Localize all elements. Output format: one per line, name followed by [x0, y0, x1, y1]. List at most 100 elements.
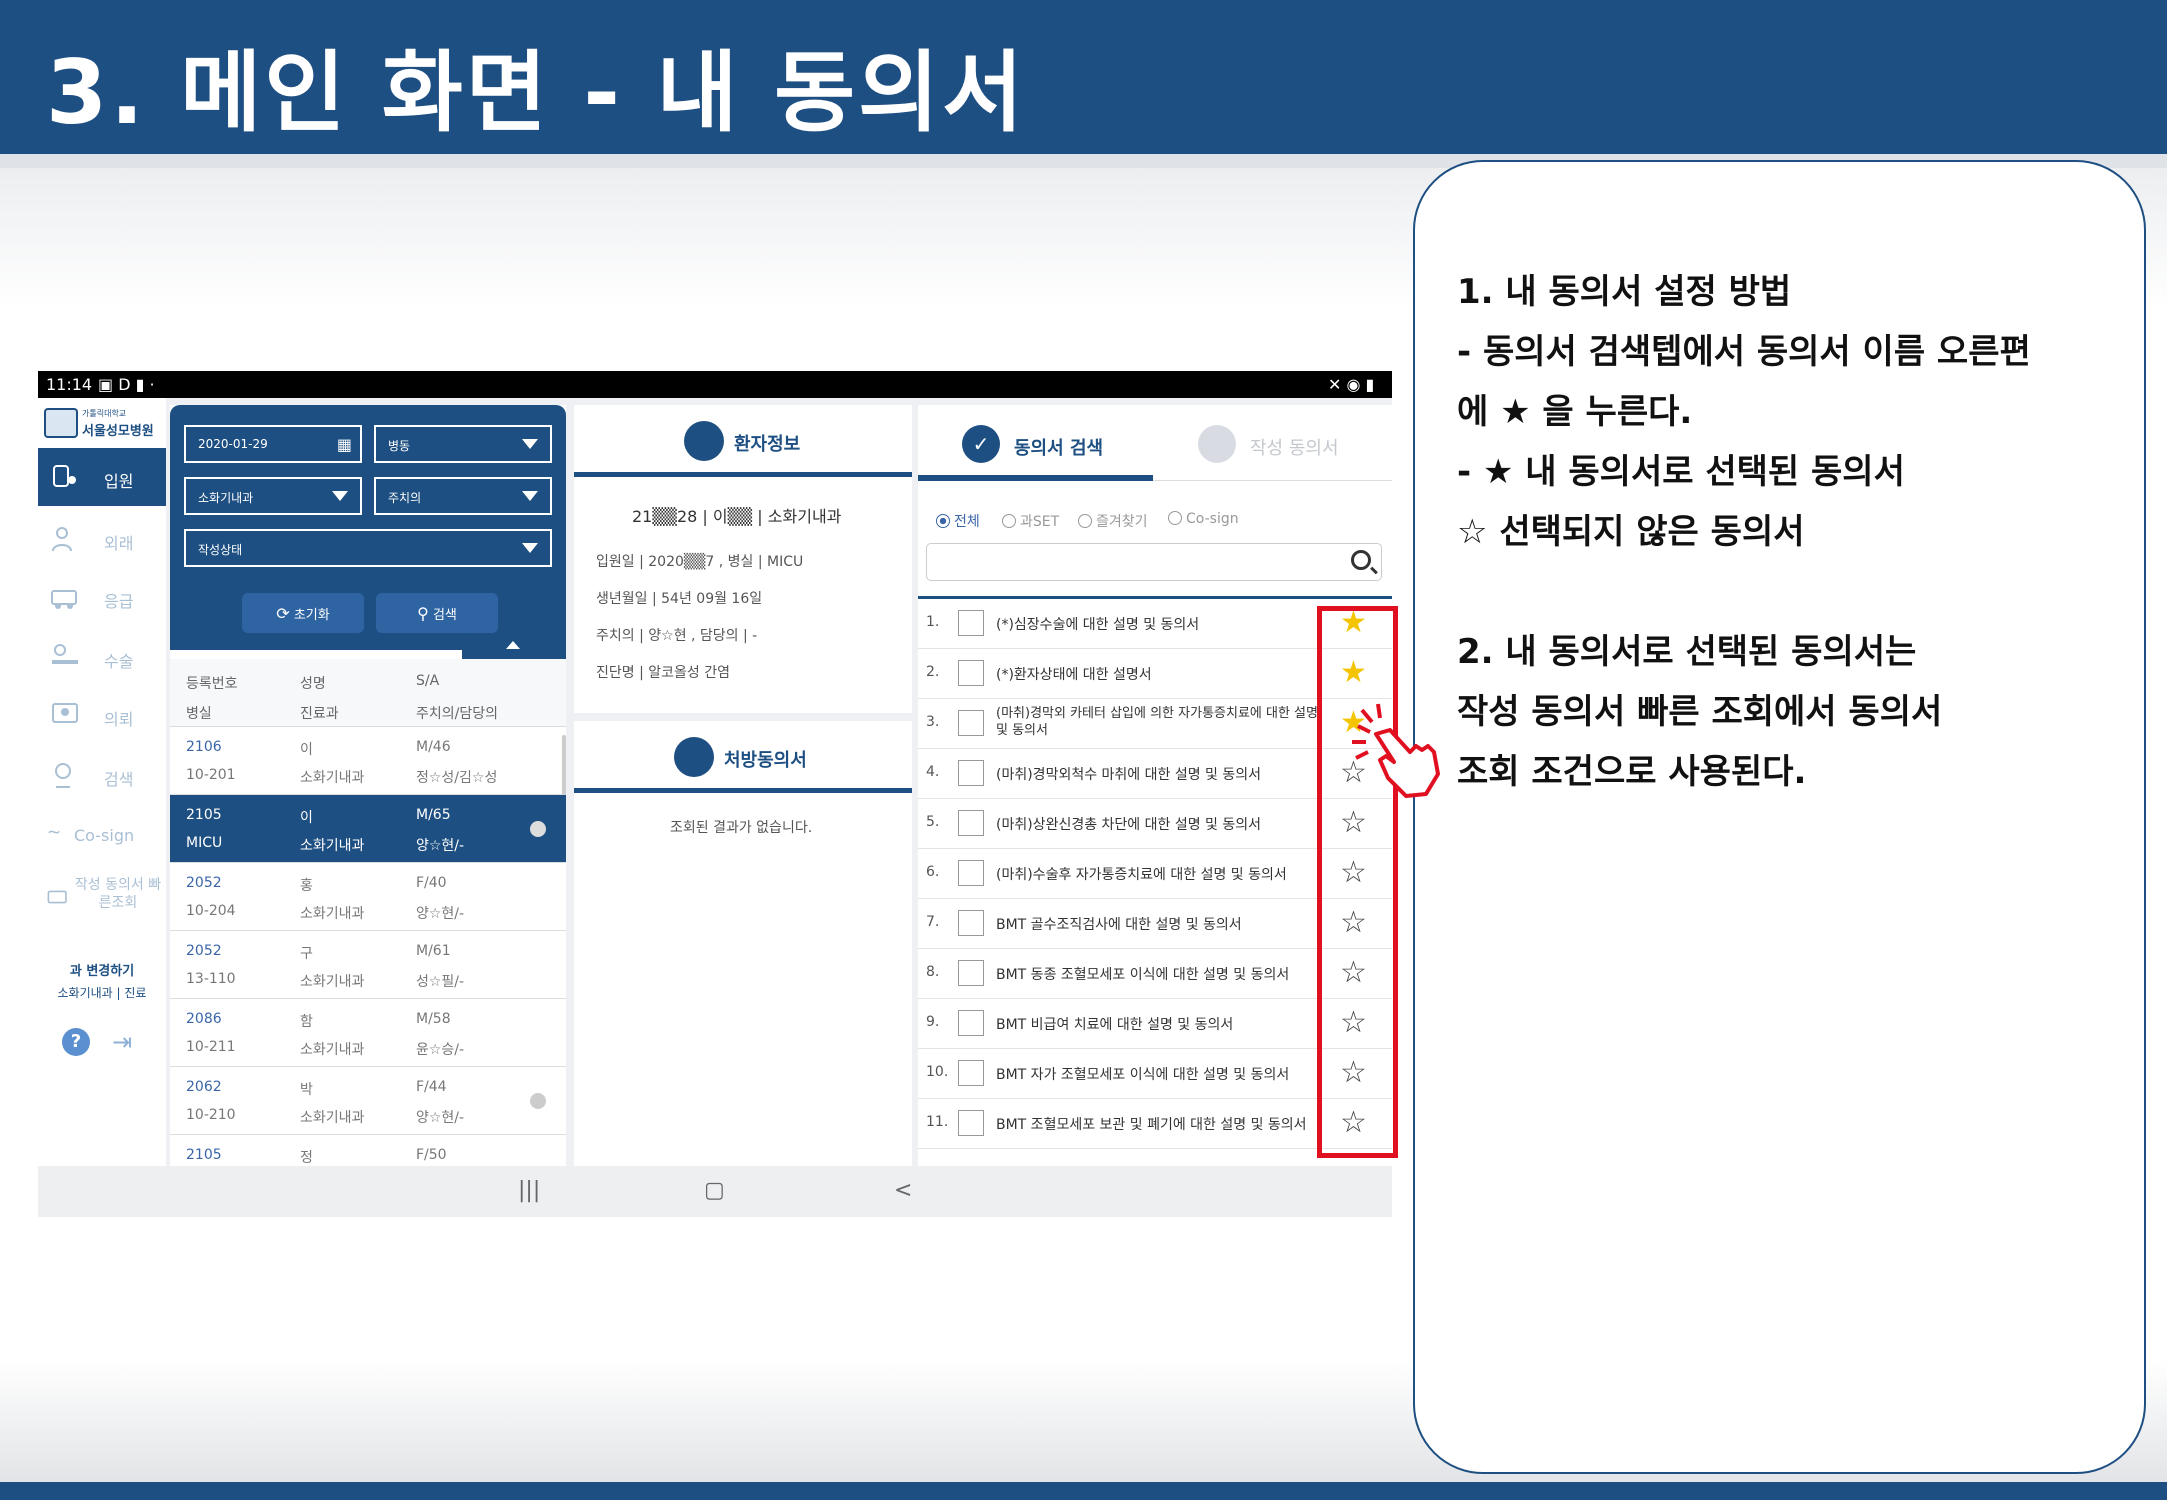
sidebar-item-inpatient[interactable]: 입원 [38, 448, 166, 506]
dept-value: 소화기내과 [198, 491, 254, 505]
consent-search-input[interactable] [926, 543, 1382, 581]
consent-tabs: ✓ 동의서 검색 작성 동의서 [918, 405, 1392, 481]
title-banner: 3. 메인 화면 - 내 동의서 [0, 0, 2167, 154]
item-checkbox[interactable] [958, 810, 984, 836]
patient-id: 2086 [186, 1011, 222, 1027]
patient-name: 함 [300, 1014, 313, 1030]
sidebar-item-referral[interactable]: 의뢰 [38, 686, 166, 744]
tab-consent-search[interactable]: ✓ 동의서 검색 [918, 405, 1153, 481]
scrollbar[interactable] [562, 735, 566, 795]
sidebar-item-quick-view[interactable]: 작성 동의서 빠른조회 [38, 864, 166, 944]
patient-sa: F/44 [416, 1079, 447, 1095]
table-row[interactable]: 2105 MICU 이 소화기내과 M/65 양☆현/- [170, 795, 566, 863]
search-button[interactable]: ⚲ 검색 [376, 593, 498, 633]
patient-summary: 21▒▒28 | 이▒▒ | 소화기내과 [632, 507, 842, 526]
logout-icon[interactable]: ⇥ [112, 1028, 132, 1056]
logo-subtitle: 가톨릭대학교 [82, 409, 127, 418]
patient-dept: 소화기내과 [300, 1042, 365, 1058]
item-checkbox[interactable] [958, 960, 984, 986]
table-row[interactable]: 2086 10-211 함 소화기내과 M/58 윤☆승/- [170, 999, 566, 1067]
sidebar-item-search[interactable]: 검색 [38, 746, 166, 804]
patient-name: 이 [300, 742, 313, 758]
filter-radio-favorites[interactable]: 즐겨찾기 [1078, 511, 1148, 531]
sidebar-item-outpatient[interactable]: 외래 [38, 510, 166, 568]
patient-room: 10-204 [186, 903, 236, 919]
patient-name: 구 [300, 946, 313, 962]
item-number: 1. [926, 614, 940, 630]
filter-radio-dept-set[interactable]: 과SET [1002, 511, 1059, 531]
item-checkbox[interactable] [958, 910, 984, 936]
logo-name: 서울성모병원 [82, 424, 154, 439]
doctor-select[interactable]: 주치의 [374, 477, 552, 515]
header-reg-no: 등록번호 [186, 676, 238, 692]
status-icons: ▣ D ▮ · [98, 375, 155, 394]
sidebar-item-cosign[interactable]: Co-sign [38, 806, 166, 864]
date-field[interactable]: 2020-01-29 ▦ [184, 425, 362, 463]
search-person-icon [55, 763, 71, 788]
sidebar-item-label: 외래 [104, 534, 134, 553]
sidebar-item-surgery[interactable]: 수술 [38, 628, 166, 686]
table-row[interactable]: 2106 10-201 이 소화기내과 M/46 정☆성/김☆성 [170, 727, 566, 795]
status-bar: 11:14 ▣ D ▮ · ✕ ◉ ▮ [38, 371, 1392, 398]
radio-label: Co-sign [1186, 511, 1239, 527]
calendar-icon[interactable]: ▦ [337, 435, 352, 454]
item-checkbox[interactable] [958, 860, 984, 886]
radio-icon [936, 514, 950, 528]
patient-id: 2052 [186, 943, 222, 959]
table-row[interactable]: 2062 10-210 박 소화기내과 F/44 양☆현/- [170, 1067, 566, 1135]
patient-id: 2052 [186, 875, 222, 891]
back-icon[interactable]: < [894, 1178, 912, 1203]
item-checkbox[interactable] [958, 1110, 984, 1136]
patient-id: 2105 [186, 1147, 222, 1163]
panel-title: 환자정보 [734, 434, 801, 455]
item-checkbox[interactable] [958, 610, 984, 636]
sidebar-item-label: 입원 [104, 472, 134, 491]
patient-doctor: 성☆필/- [416, 974, 465, 990]
outpatient-icon [52, 527, 72, 552]
prescription-icon [674, 737, 714, 777]
patient-id: 2106 [186, 739, 222, 755]
item-number: 4. [926, 764, 940, 780]
item-checkbox[interactable] [958, 660, 984, 686]
filter-radio-cosign[interactable]: Co-sign [1168, 511, 1239, 527]
hospital-logo: 가톨릭대학교 서울성모병원 [44, 406, 162, 442]
dept-select[interactable]: 소화기내과 [184, 477, 362, 515]
quick-view-icon [47, 890, 67, 904]
sidebar-item-emergency[interactable]: 응급 [38, 568, 166, 626]
item-checkbox[interactable] [958, 1060, 984, 1086]
item-number: 9. [926, 1014, 940, 1030]
table-row[interactable]: 2105 정 F/50 [170, 1135, 566, 1166]
item-title: (*)환자상태에 대한 설명서 [996, 667, 1152, 683]
home-icon[interactable]: ▢ [704, 1178, 725, 1203]
item-checkbox[interactable] [958, 760, 984, 786]
ward-select[interactable]: 병동 [374, 425, 552, 463]
status-select[interactable]: 작성상태 [184, 529, 552, 567]
status-value: 작성상태 [198, 543, 243, 557]
recent-apps-icon[interactable]: ||| [518, 1178, 540, 1203]
patient-birthdate: 생년월일 | 54년 09월 16일 [596, 591, 763, 607]
collapse-toggle[interactable] [462, 635, 566, 659]
panel-header: 환자정보 [574, 405, 912, 477]
patient-id: 2105 [186, 807, 222, 823]
item-checkbox[interactable] [958, 710, 984, 736]
item-title: (마취)경막외척수 마취에 대한 설명 및 동의서 [996, 767, 1262, 783]
help-icon[interactable]: ? [62, 1028, 90, 1056]
radio-label: 전체 [954, 514, 980, 530]
item-number: 3. [926, 714, 940, 730]
ambulance-icon [51, 590, 77, 609]
table-row[interactable]: 2052 10-204 홍 소화기내과 F/40 양☆현/- [170, 863, 566, 931]
dept-change-link[interactable]: 과 변경하기 [38, 960, 166, 979]
reset-button[interactable]: ⟳ 초기화 [242, 593, 364, 633]
tablet-screen: 11:14 ▣ D ▮ · ✕ ◉ ▮ 가톨릭대학교 서울성모병원 입원 외래 … [38, 371, 1392, 1217]
sidebar-item-label: 검색 [104, 770, 134, 789]
table-row[interactable]: 2052 13-110 구 소화기내과 M/61 성☆필/- [170, 931, 566, 999]
radio-icon [1168, 511, 1182, 525]
header-room: 병실 [186, 706, 212, 722]
search-icon[interactable] [1351, 550, 1371, 570]
dept-status: 소화기내과 | 진료 [57, 986, 147, 1000]
id-card-icon [684, 421, 724, 461]
filter-radio-all[interactable]: 전체 [936, 511, 980, 531]
chevron-down-icon [522, 439, 538, 449]
item-title: BMT 자가 조혈모세포 이식에 대한 설명 및 동의서 [996, 1067, 1290, 1083]
item-checkbox[interactable] [958, 1010, 984, 1036]
